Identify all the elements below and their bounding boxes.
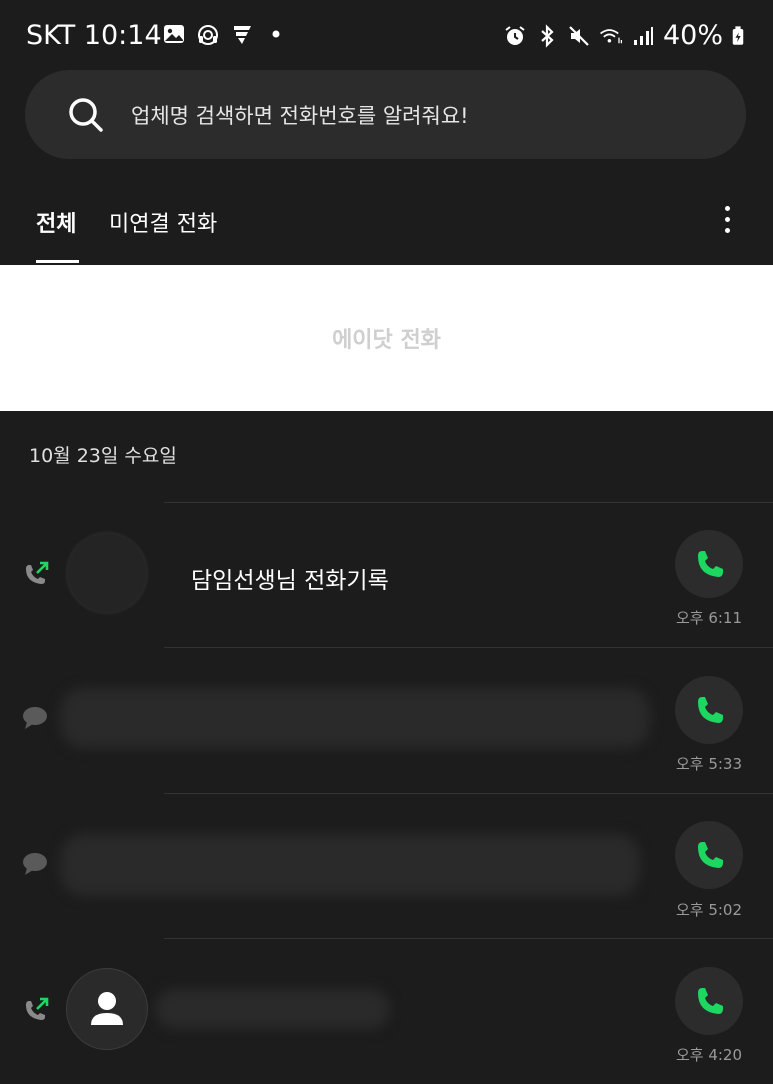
outgoing-call-icon [26,561,49,584]
call-time: 오후 5:33 [675,755,743,773]
carrier-time: SKT 10:14 [26,20,162,51]
call-log-item[interactable]: 오후 4:20 [0,939,773,1084]
call-log-item[interactable]: 담임선생님 전화기록 오후 6:11 [0,503,773,648]
headset-icon [198,25,218,45]
call-button[interactable] [675,676,743,744]
wifi-icon [600,28,623,43]
call-log-item[interactable]: 오후 5:33 [0,648,773,793]
mute-icon [569,25,589,46]
person-icon [91,992,123,1025]
phone-icon [698,551,723,577]
call-time: 오후 6:11 [675,609,743,627]
more-options-icon[interactable] [717,203,737,243]
call-button[interactable] [675,967,743,1035]
redacted-content [60,688,650,748]
call-button[interactable] [675,530,743,598]
call-log-item[interactable]: 오후 5:02 [0,794,773,939]
signal-icon [633,26,653,45]
alarm-icon [505,25,525,45]
outgoing-call-icon [26,997,49,1020]
search-input[interactable]: 업체명 검색하면 전화번호를 알려줘요! [131,100,469,130]
status-bar: SKT 10:14 40% [0,0,773,70]
contact-name: 담임선생님 전화기록 [191,568,389,594]
tab-all[interactable]: 전체 [36,206,76,238]
call-time: 오후 4:20 [675,1046,743,1064]
active-tab-indicator [36,260,79,263]
message-icon [23,707,47,729]
avatar[interactable] [66,532,148,614]
redacted-content [60,834,640,896]
search-bar[interactable]: 업체명 검색하면 전화번호를 알려줘요! [25,70,746,159]
battery-percent: 40% [662,20,723,51]
phone-icon [698,988,723,1014]
dot-icon [272,30,280,38]
battery-icon [732,25,744,45]
phone-icon [698,697,723,723]
message-icon [23,853,47,875]
redacted-content [155,989,390,1029]
tab-bar: 전체 미연결 전화 [0,180,773,265]
banner[interactable]: 에이닷 전화 [0,265,773,411]
phone-icon [698,842,723,868]
gallery-icon [164,25,184,43]
banner-text: 에이닷 전화 [332,328,441,353]
call-button[interactable] [675,821,743,889]
call-time: 오후 5:02 [675,901,743,919]
avatar[interactable] [66,968,148,1050]
tab-missed-calls[interactable]: 미연결 전화 [109,206,217,238]
flash-app-icon [234,26,251,44]
bluetooth-icon [541,23,554,48]
date-header: 10월 23일 수요일 [29,445,177,467]
search-icon[interactable] [67,96,105,134]
